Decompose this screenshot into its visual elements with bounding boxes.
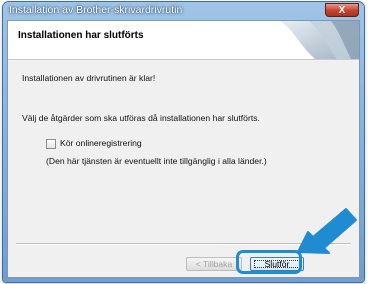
window-title: Installation av Brother-skrivardrivrutin xyxy=(9,4,183,16)
title-bar[interactable]: Installation av Brother-skrivardrivrutin… xyxy=(3,2,364,19)
close-button[interactable]: X xyxy=(325,3,359,17)
wizard-header: Installationen har slutförts xyxy=(8,21,359,60)
back-button[interactable]: < Tillbaka xyxy=(186,257,242,271)
online-registration-checkbox[interactable] xyxy=(46,139,56,149)
page-title: Installationen har slutförts xyxy=(18,30,144,41)
online-registration-label[interactable]: Kör onlineregistrering xyxy=(60,138,142,148)
pointer-arrow-icon xyxy=(297,208,357,254)
instruction-text: Välj de åtgärder som ska utföras då inst… xyxy=(22,113,260,123)
brother-wave-graphic xyxy=(278,21,359,59)
completed-message: Installationen av drivrutinen är klar! xyxy=(22,73,156,83)
availability-note: (Den här tjänsten är eventuellt inte til… xyxy=(46,156,267,166)
